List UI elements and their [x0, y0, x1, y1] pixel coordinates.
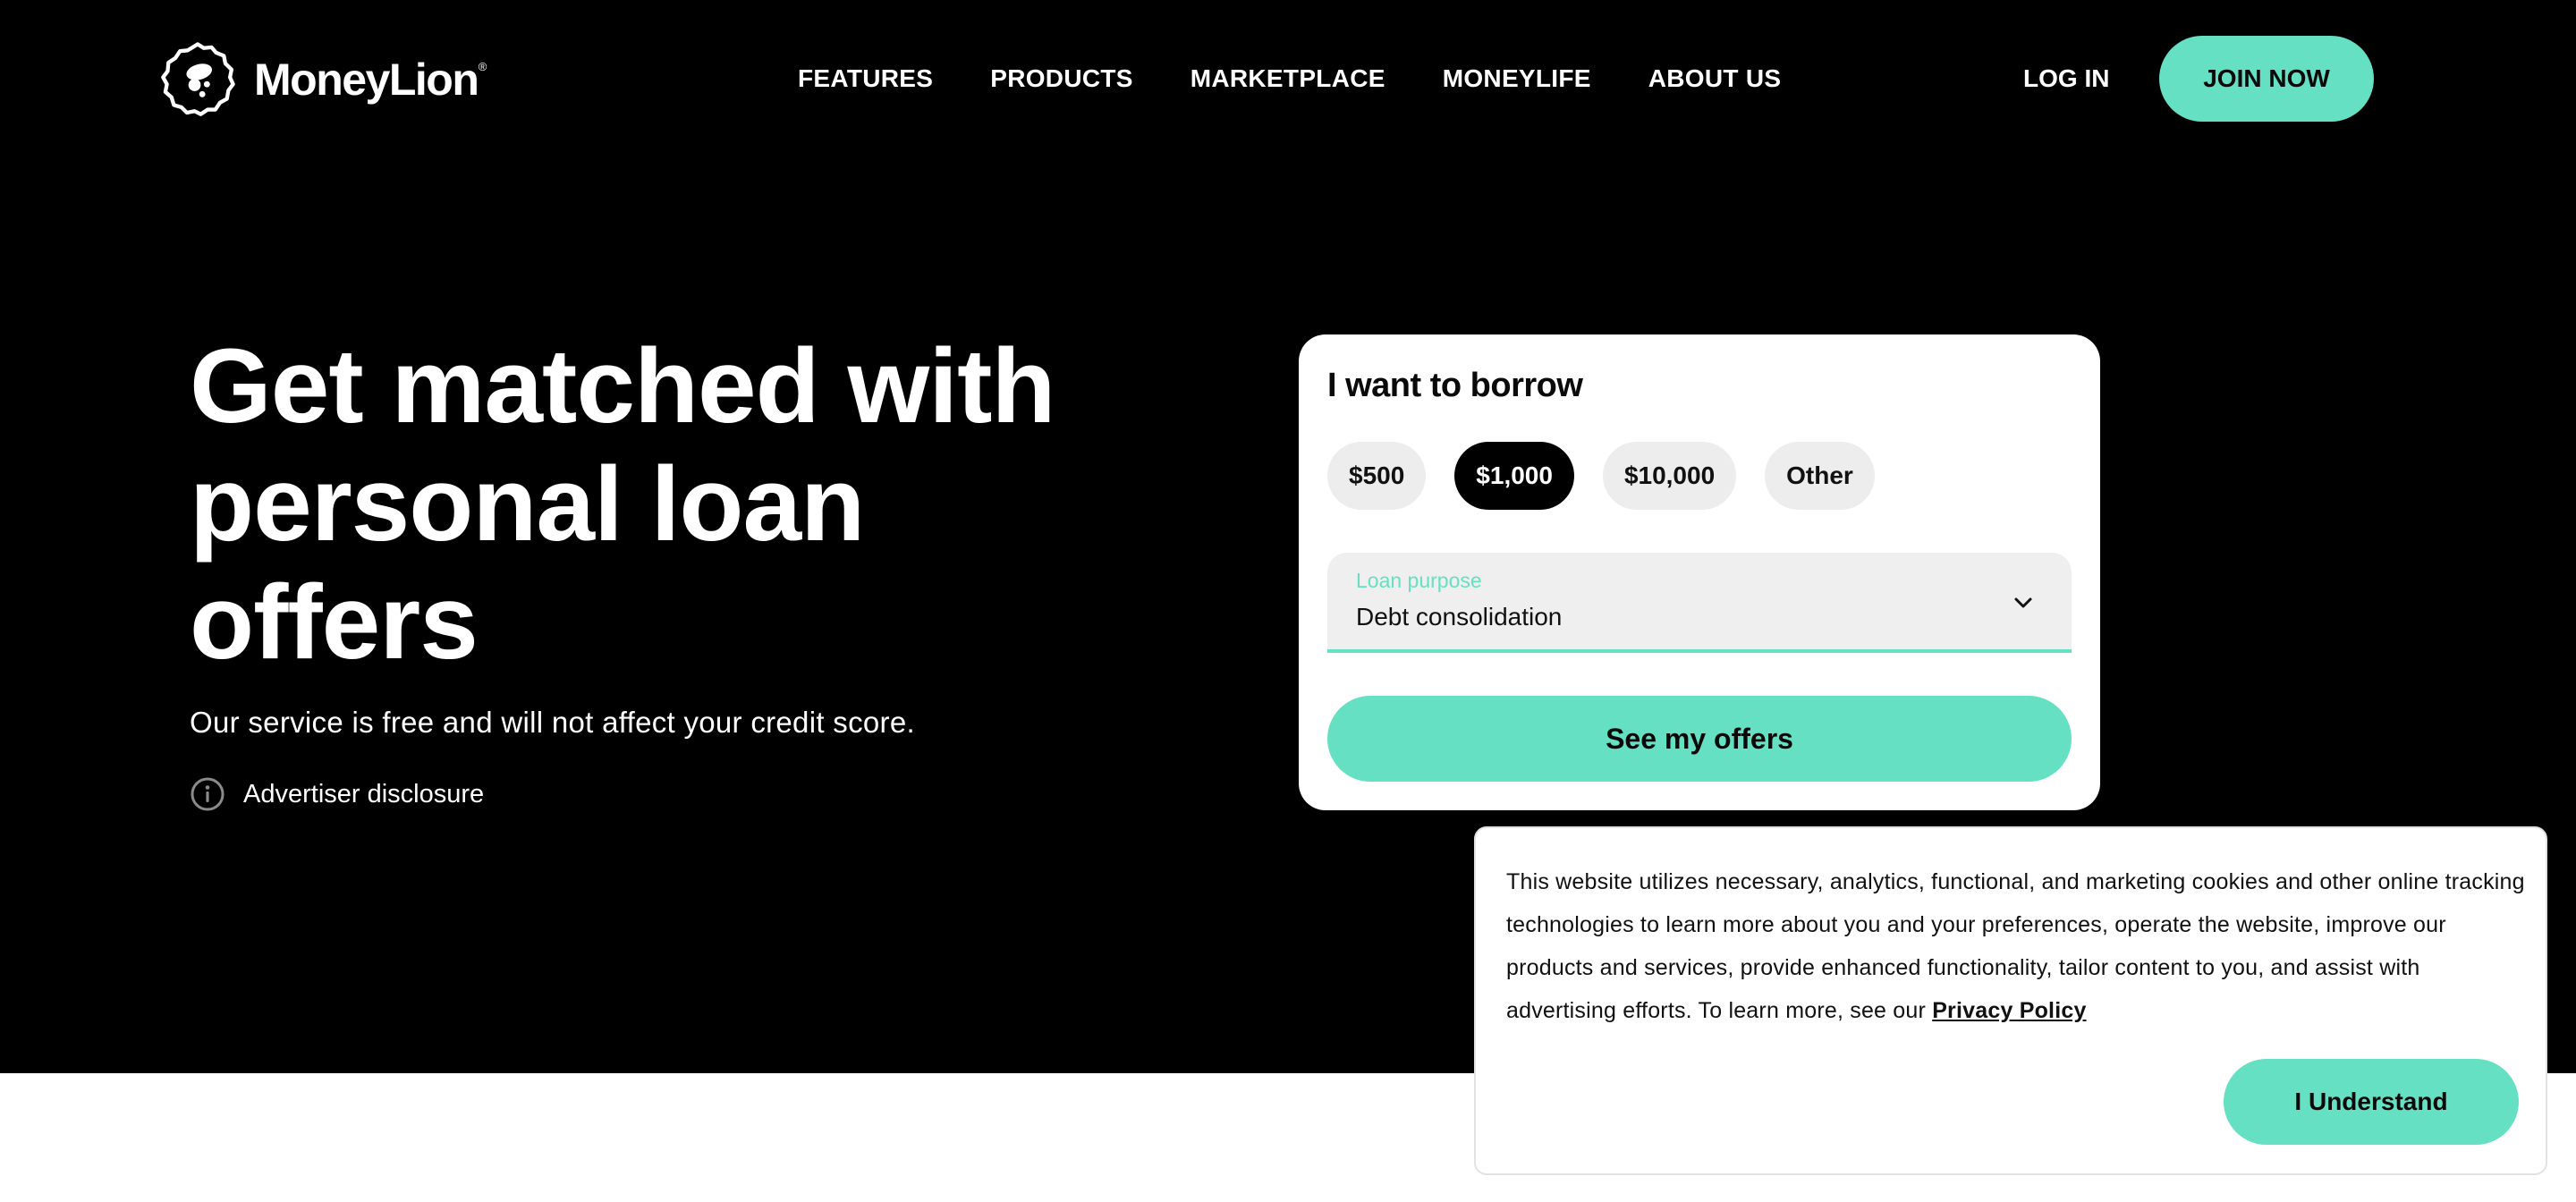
main-nav: FEATURES PRODUCTS MARKETPLACE MONEYLIFE … — [798, 63, 1781, 94]
nav-item-products[interactable]: PRODUCTS — [990, 63, 1133, 94]
i-understand-button[interactable]: I Understand — [2224, 1059, 2519, 1145]
see-my-offers-button[interactable]: See my offers — [1327, 696, 2072, 782]
chevron-down-icon — [2014, 597, 2032, 608]
amount-option-500[interactable]: $500 — [1327, 442, 1427, 510]
info-icon — [191, 777, 225, 811]
loan-purpose-select[interactable]: Loan purpose Debt consolidation — [1327, 553, 2072, 653]
amount-option-other[interactable]: Other — [1765, 442, 1875, 510]
loan-purpose-label: Loan purpose — [1356, 569, 1482, 592]
brand-name: MoneyLion ® — [254, 55, 487, 105]
logo[interactable]: MoneyLion ® — [159, 41, 487, 118]
advertiser-disclosure-link[interactable]: Advertiser disclosure — [190, 776, 484, 812]
nav-item-marketplace[interactable]: MARKETPLACE — [1191, 63, 1385, 94]
lion-logo-icon — [161, 42, 235, 116]
loan-purpose-value: Debt consolidation — [1356, 603, 1563, 631]
login-link[interactable]: LOG IN — [2023, 63, 2109, 94]
registered-mark: ® — [478, 60, 487, 73]
nav-item-features[interactable]: FEATURES — [798, 63, 933, 94]
hero-subtitle: Our service is free and will not affect … — [190, 706, 915, 739]
amount-options: $500 $1,000 $10,000 Other — [1327, 442, 1875, 510]
nav-item-about-us[interactable]: ABOUT US — [1648, 63, 1782, 94]
disclosure-label: Advertiser disclosure — [243, 779, 485, 808]
join-now-button[interactable]: JOIN NOW — [2159, 36, 2374, 122]
borrow-card-title: I want to borrow — [1327, 367, 1583, 404]
amount-option-1000[interactable]: $1,000 — [1454, 442, 1574, 510]
privacy-policy-link[interactable]: Privacy Policy — [1932, 998, 2086, 1023]
borrow-card: I want to borrow $500 $1,000 $10,000 Oth… — [1299, 334, 2100, 810]
cookie-text: This website utilizes necessary, analyti… — [1506, 860, 2526, 1032]
nav-item-moneylife[interactable]: MONEYLIFE — [1443, 63, 1591, 94]
hero-title: Get matched with personal loan offers — [190, 327, 1055, 681]
amount-option-10000[interactable]: $10,000 — [1602, 442, 1737, 510]
cookie-banner: This website utilizes necessary, analyti… — [1474, 826, 2547, 1175]
